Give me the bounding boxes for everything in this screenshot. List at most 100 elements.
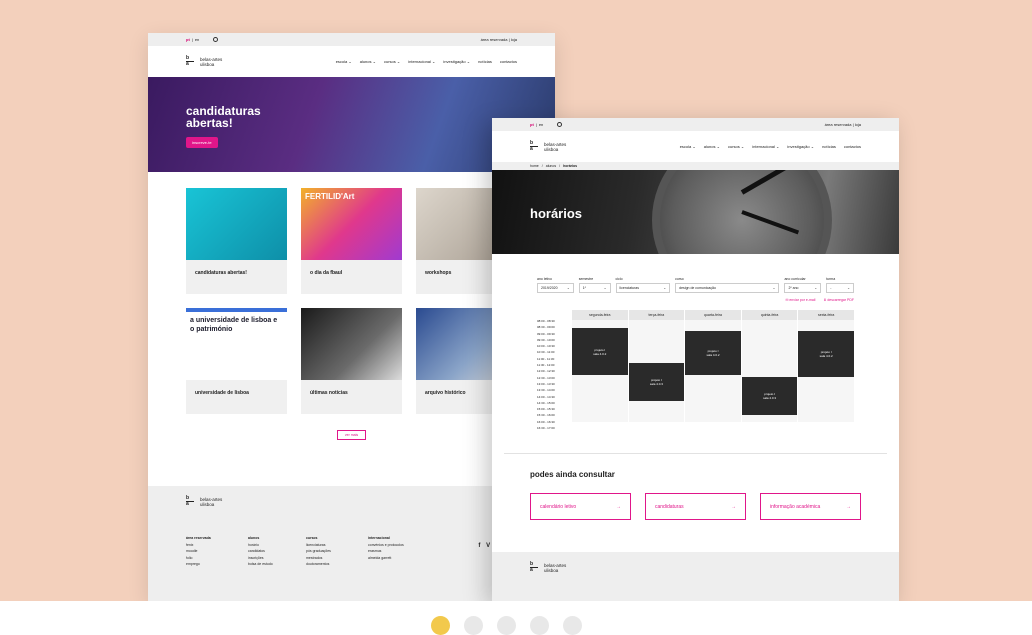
search-icon[interactable]: [557, 122, 563, 127]
card-image: [186, 188, 287, 260]
filter-semestre[interactable]: semestre 1º ⌄: [578, 277, 611, 293]
footer-links: área reservada fenix moodle folio emprego al…: [186, 535, 517, 568]
carousel-dot-4[interactable]: [530, 616, 549, 635]
top-bar: pt | en área reservada | loja: [148, 33, 555, 46]
carousel-dots: [431, 616, 582, 635]
card-label: universidade de lisboa: [195, 390, 249, 396]
footer-link[interactable]: bolsa de estudo: [248, 561, 284, 568]
hero-title: candidaturas abertas!: [186, 104, 261, 130]
nav-escola[interactable]: escola ⌄: [680, 144, 696, 149]
breadcrumb-home[interactable]: home: [530, 164, 539, 168]
lang-en[interactable]: en: [539, 122, 543, 127]
page-title: horários: [530, 206, 583, 221]
nav-contactos[interactable]: contactos: [844, 144, 861, 149]
class-block[interactable]: projeto Isala 4.0.2: [798, 331, 854, 377]
card-image: [301, 308, 402, 380]
chevron-down-icon: ⌄: [566, 286, 570, 290]
filter-ano-letivo[interactable]: ano letivo 2019/2020 ⌄: [537, 277, 574, 293]
site-header: ba belas-artes ulisboa escola ⌄ alunos ⌄ …: [148, 46, 555, 77]
applications-link[interactable]: candidaturas →: [645, 493, 746, 521]
language-switch[interactable]: pt | en: [186, 37, 219, 42]
day-column-thursday: quinta-feira projeto Isala 4.0.3: [740, 310, 798, 422]
card-label: candidaturas abertas!: [195, 270, 247, 276]
site-footer: ba belas-artes ulisboa: [492, 552, 899, 601]
consult-heading: podes ainda consultar: [530, 470, 615, 480]
filter-ciclo[interactable]: ciclo licenciaturas ⌄: [615, 277, 671, 293]
class-block[interactable]: projeto Isala 4.0.2: [572, 328, 628, 375]
consult-links: calendário letivo → candidaturas → informa…: [492, 479, 899, 521]
site-header: ba belas-artes ulisboa escola ⌄ alunos ⌄ …: [492, 131, 899, 162]
nav-escola[interactable]: escola ⌄: [336, 59, 352, 64]
academic-info-link[interactable]: informação académica →: [760, 493, 861, 521]
nav-contactos[interactable]: contactos: [500, 59, 517, 64]
nav-internacional[interactable]: internacional ⌄: [752, 144, 779, 149]
card-label: o dia da fbaul: [310, 270, 343, 276]
breadcrumb: home / alunos / horários: [492, 162, 899, 170]
class-block[interactable]: projeto Isala 4.0.2: [685, 331, 741, 375]
filter-turma[interactable]: turma - ⌄: [826, 277, 854, 293]
carousel-dot-2[interactable]: [464, 616, 483, 635]
lang-en[interactable]: en: [195, 37, 199, 42]
logo-line1: belas-artes: [200, 56, 223, 62]
lang-pt[interactable]: pt: [186, 37, 190, 42]
nav-noticias[interactable]: notícias: [478, 59, 492, 64]
filter-ano-curricular[interactable]: ano curricular 2º ano ⌄: [784, 277, 822, 293]
card-candidaturas[interactable]: candidaturas abertas!: [186, 188, 287, 294]
footer-logo[interactable]: ba belas-artes ulisboa: [186, 496, 517, 507]
nav-noticias[interactable]: notícias: [822, 144, 836, 149]
card-image: FERTILID'Art: [301, 188, 402, 260]
class-block[interactable]: projeto Isala 4.0.3: [741, 377, 798, 415]
arrow-right-icon: →: [846, 503, 851, 510]
nav-internacional[interactable]: internacional ⌄: [408, 59, 435, 64]
arrow-right-icon: →: [731, 503, 736, 510]
nav-alunos[interactable]: alunos ⌄: [704, 144, 720, 149]
hero-banner: horários: [492, 170, 899, 254]
breadcrumb-alunos[interactable]: alunos: [546, 164, 556, 168]
chevron-down-icon: ⌄: [847, 286, 850, 290]
top-links[interactable]: área reservada | loja: [481, 37, 517, 42]
logo-line2: ulisboa: [200, 61, 215, 67]
top-links[interactable]: área reservada | loja: [825, 122, 861, 127]
email-button[interactable]: ✉ enviar por e-mail: [785, 298, 815, 302]
nav-alunos[interactable]: alunos ⌄: [360, 59, 376, 64]
carousel-dot-1[interactable]: [431, 616, 450, 635]
search-icon[interactable]: [213, 37, 219, 42]
card-universidade[interactable]: a universidade de lisboa e o património …: [186, 308, 287, 414]
card-image: a universidade de lisboa e o património: [186, 308, 287, 380]
day-column-wednesday: quarta-feira projeto Isala 4.0.2: [684, 310, 741, 422]
carousel-dot-3[interactable]: [497, 616, 516, 635]
card-label: últimas notícias: [310, 390, 348, 396]
site-logo[interactable]: ba belas-artes ulisboa: [530, 141, 566, 152]
calendar-link[interactable]: calendário letivo →: [530, 493, 631, 521]
footer-link[interactable]: emprego: [186, 561, 226, 568]
card-dia-fbaul[interactable]: FERTILID'Art o dia da fbaul: [301, 188, 402, 294]
footer-link[interactable]: doutoramentos: [306, 561, 346, 568]
top-bar: pt | en área reservada | loja: [492, 118, 899, 131]
lang-pt[interactable]: pt: [530, 122, 534, 127]
footer-logo[interactable]: ba belas-artes ulisboa: [530, 562, 861, 573]
nav-investigacao[interactable]: investigação ⌄: [443, 59, 470, 64]
chevron-down-icon: ⌄: [814, 286, 818, 290]
download-pdf-button[interactable]: ⬇ descarregar PDF: [823, 298, 854, 302]
arrow-right-icon: →: [616, 503, 621, 510]
nav-cursos[interactable]: cursos ⌄: [728, 144, 744, 149]
schedule-actions: ✉ enviar por e-mail ⬇ descarregar PDF: [492, 293, 899, 302]
filter-curso[interactable]: curso design de comunicação ⌄: [675, 277, 780, 293]
see-more-button[interactable]: ver mais: [337, 430, 366, 440]
chevron-down-icon: ⌄: [603, 286, 607, 290]
nav-cursos[interactable]: cursos ⌄: [384, 59, 400, 64]
apply-button[interactable]: inscreve-te: [186, 137, 218, 148]
main-nav: escola ⌄ alunos ⌄ cursos ⌄ internacional…: [336, 59, 517, 64]
site-logo[interactable]: ba belas-artes ulisboa: [186, 56, 222, 67]
class-block[interactable]: projeto Isala 4.0.3: [628, 363, 685, 401]
chevron-down-icon: ⌄: [772, 286, 776, 290]
day-column-friday: sexta-feira projeto Isala 4.0.2: [797, 310, 854, 422]
nav-investigacao[interactable]: investigação ⌄: [787, 144, 814, 149]
carousel-dot-5[interactable]: [563, 616, 582, 635]
card-noticias[interactable]: últimas notícias: [301, 308, 402, 414]
footer-link[interactable]: almeida garrett: [368, 555, 428, 562]
schedule-filters: ano letivo 2019/2020 ⌄ semestre 1º ⌄ ciclo li…: [492, 254, 899, 293]
language-switch[interactable]: pt | en: [530, 122, 563, 127]
chevron-down-icon: ⌄: [663, 286, 667, 290]
day-column-tuesday: terça-feira projeto Isala 4.0.3: [627, 310, 685, 422]
